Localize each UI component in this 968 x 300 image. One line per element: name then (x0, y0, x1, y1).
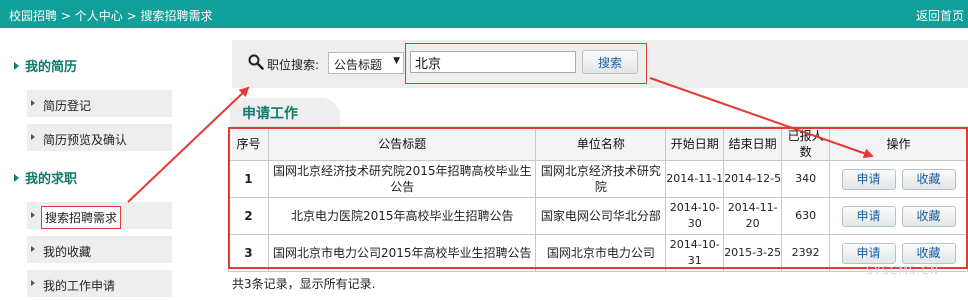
home-link[interactable]: 返回首页 (916, 7, 964, 24)
dropdown-caret-icon: ▼ (393, 56, 400, 66)
job-table: 序号 公告标题 单位名称 开始日期 结束日期 已报人数 操作 1 国网北京经济技… (228, 127, 968, 272)
tab-apply-job[interactable]: 申请工作 (230, 98, 340, 126)
cell-count: 340 (781, 160, 831, 198)
tab-label: 申请工作 (242, 106, 298, 122)
triangle-icon (31, 212, 35, 218)
sidebar-item-resume-register[interactable]: 简历登记 (27, 90, 172, 118)
header-start-date: 开始日期 (665, 127, 725, 161)
sidebar-heading-resume: 我的简历 (14, 56, 77, 75)
table-row: 3 国网北京市电力公司2015年高校毕业生招聘公告 国网北京市电力公司 2014… (228, 234, 968, 272)
breadcrumb-separator: > (126, 9, 137, 23)
favorite-button[interactable]: 收藏 (901, 168, 956, 190)
sidebar-item-label: 我的工作申请 (43, 279, 116, 293)
magnifier-icon (248, 54, 264, 70)
sidebar-heading-jobs: 我的求职 (14, 168, 77, 187)
breadcrumb-search-jobs: 搜索招聘需求 (140, 9, 213, 23)
header-end-date: 结束日期 (723, 127, 783, 161)
sidebar-item-my-applications[interactable]: 我的工作申请 (27, 270, 172, 298)
watermark: SYSCMS.CN (866, 264, 940, 277)
triangle-icon (14, 174, 19, 182)
cell-count: 2392 (781, 234, 831, 272)
cell-start-date: 2014-10-30 (665, 197, 725, 235)
cell-unit: 国网北京市电力公司 (535, 234, 667, 272)
triangle-icon (31, 134, 35, 140)
sidebar-item-label: 我的收藏 (43, 245, 92, 259)
annotation-box-search (405, 43, 647, 84)
cell-no: 3 (228, 234, 269, 272)
cell-end-date: 2014-11-20 (723, 197, 783, 235)
cell-title[interactable]: 北京电力医院2015年高校毕业生招聘公告 (267, 197, 537, 235)
breadcrumb-separator: > (60, 9, 71, 23)
cell-title[interactable]: 国网北京市电力公司2015年高校毕业生招聘公告 (267, 234, 537, 272)
apply-button[interactable]: 申请 (841, 168, 896, 190)
apply-button[interactable]: 申请 (841, 242, 896, 264)
sidebar-item-label: 简历预览及确认 (43, 133, 128, 147)
header-unit: 单位名称 (535, 127, 667, 161)
cell-start-date: 2014-10-31 (665, 234, 725, 272)
table-row: 2 北京电力医院2015年高校毕业生招聘公告 国家电网公司华北分部 2014-1… (228, 197, 968, 235)
sidebar: 我的简历 简历登记 简历预览及确认 我的求职 搜索招聘需求 我的收藏 我的工作申… (0, 28, 216, 300)
triangle-icon (31, 280, 35, 286)
sidebar-item-label: 搜索招聘需求 (41, 206, 122, 229)
top-bar: 校园招聘 > 个人中心 > 搜索招聘需求 返回首页 (0, 0, 968, 28)
table-row: 1 国网北京经济技术研究院2015年招聘高校毕业生公告 国网北京经济技术研究院 … (228, 160, 968, 198)
cell-unit: 国家电网公司华北分部 (535, 197, 667, 235)
cell-actions: 申请 收藏 (829, 197, 968, 235)
breadcrumb: 校园招聘 > 个人中心 > 搜索招聘需求 (9, 7, 212, 24)
search-field-select[interactable]: 公告标题 ▼ (328, 52, 404, 74)
cell-end-date: 2014-12-5 (723, 160, 783, 198)
table-header-row: 序号 公告标题 单位名称 开始日期 结束日期 已报人数 操作 (228, 127, 968, 161)
breadcrumb-campus[interactable]: 校园招聘 (9, 9, 57, 23)
cell-end-date: 2015-3-25 (723, 234, 783, 272)
header-title: 公告标题 (267, 127, 537, 161)
cell-no: 1 (228, 160, 269, 198)
search-label: 职位搜索: (267, 58, 320, 72)
cell-actions: 申请 收藏 (829, 160, 968, 198)
header-count: 已报人数 (781, 127, 831, 161)
sidebar-item-my-favorites[interactable]: 我的收藏 (27, 236, 172, 264)
breadcrumb-personal-center[interactable]: 个人中心 (75, 9, 123, 23)
sidebar-heading-label: 我的求职 (25, 172, 78, 187)
cell-unit: 国网北京经济技术研究院 (535, 160, 667, 198)
apply-button[interactable]: 申请 (841, 205, 896, 227)
cell-start-date: 2014-11-1 (665, 160, 725, 198)
search-field-select-value: 公告标题 (334, 58, 383, 72)
sidebar-heading-label: 我的简历 (25, 60, 78, 75)
triangle-icon (31, 246, 35, 252)
triangle-icon (31, 100, 35, 106)
header-no: 序号 (228, 127, 269, 161)
sidebar-item-resume-preview[interactable]: 简历预览及确认 (27, 124, 172, 152)
header-actions: 操作 (829, 127, 968, 161)
sidebar-item-search-jobs[interactable]: 搜索招聘需求 (27, 202, 172, 230)
cell-count: 630 (781, 197, 831, 235)
favorite-button[interactable]: 收藏 (901, 242, 956, 264)
triangle-icon (14, 62, 19, 70)
favorite-button[interactable]: 收藏 (901, 205, 956, 227)
cell-no: 2 (228, 197, 269, 235)
sidebar-item-label: 简历登记 (43, 99, 92, 113)
cell-title[interactable]: 国网北京经济技术研究院2015年招聘高校毕业生公告 (267, 160, 537, 198)
record-summary: 共3条记录，显示所有记录. (232, 277, 376, 291)
